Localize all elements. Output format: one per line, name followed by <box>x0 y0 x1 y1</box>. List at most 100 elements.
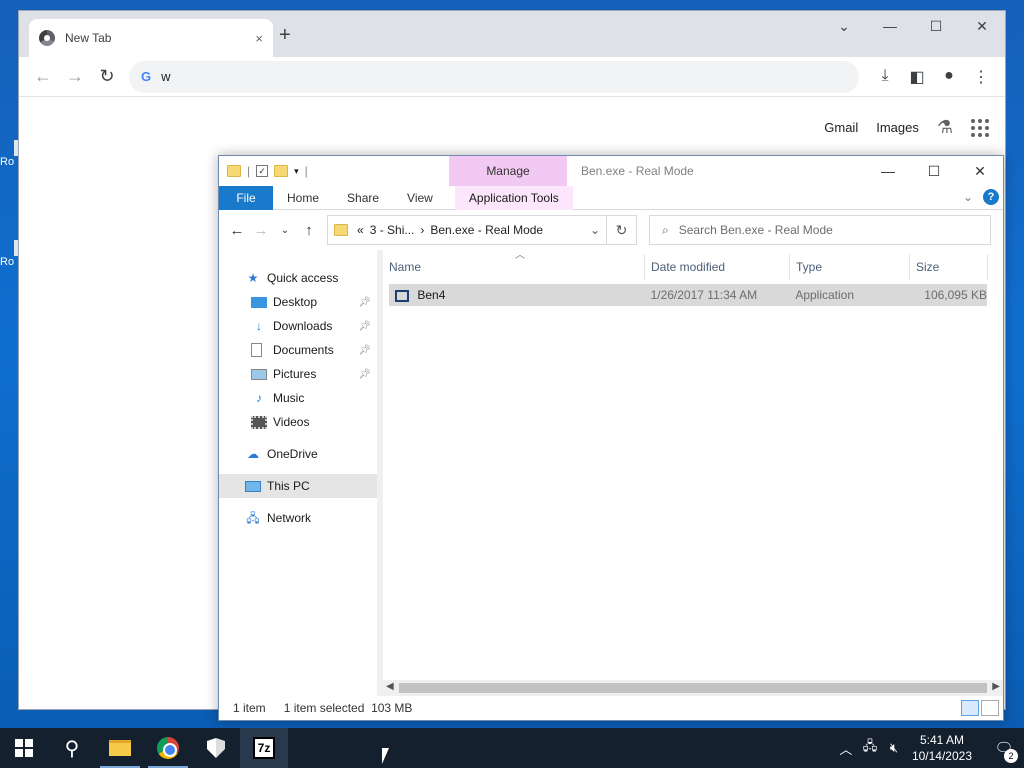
tab-application-tools[interactable]: Application Tools <box>454 185 573 210</box>
scroll-left-icon[interactable]: ◀ <box>386 681 394 692</box>
pictures-icon <box>251 368 267 380</box>
tab-share[interactable]: Share <box>333 191 393 205</box>
column-size[interactable]: Size <box>910 254 988 280</box>
nav-onedrive[interactable]: ☁ OneDrive <box>219 442 377 466</box>
menu-icon[interactable]: ⋮ <box>965 67 997 87</box>
file-date: 1/26/2017 11:34 AM <box>650 288 758 302</box>
ribbon-expand-icon[interactable]: ⌄ <box>963 190 973 204</box>
nav-documents[interactable]: Documents 📌︎ <box>219 338 377 362</box>
nav-this-pc[interactable]: This PC <box>219 474 377 498</box>
pin-icon: 📌︎ <box>358 320 371 332</box>
volume-muted-icon[interactable]: 🔇︎ <box>882 740 906 756</box>
windows-icon <box>15 739 33 757</box>
column-date-modified[interactable]: Date modified <box>645 254 790 280</box>
nav-music[interactable]: ♪ Music <box>219 386 377 410</box>
nav-videos[interactable]: Videos <box>219 410 377 434</box>
recent-locations-icon[interactable]: ⌄ <box>273 225 297 236</box>
search-button[interactable]: ⚲ <box>48 728 96 768</box>
file-type: Application <box>795 288 855 302</box>
images-link[interactable]: Images <box>876 120 919 135</box>
search-box[interactable]: ⌕ Search Ben.exe - Real Mode <box>649 215 991 245</box>
forward-icon[interactable]: → <box>249 222 273 239</box>
reload-icon[interactable]: ↻ <box>91 66 123 87</box>
nav-quick-access[interactable]: ★ Quick access <box>219 266 377 290</box>
nav-desktop[interactable]: Desktop 📌︎ <box>219 290 377 314</box>
large-icons-view-icon[interactable] <box>981 700 999 716</box>
details-view-icon[interactable] <box>961 700 979 716</box>
up-icon[interactable]: ↑ <box>297 222 321 239</box>
breadcrumb-separator[interactable]: › <box>417 223 427 237</box>
taskbar-7zip[interactable]: 7z <box>240 728 288 768</box>
download-icon[interactable]: ⤓ <box>869 67 901 87</box>
tab-new-tab[interactable]: New Tab × <box>29 19 273 57</box>
show-hidden-icons-icon[interactable]: ︿ <box>834 739 858 758</box>
file-list-pane: ︿ Name Date modified Type Size Ben4 1/26… <box>383 250 1003 696</box>
minimize-icon[interactable]: — <box>867 11 913 41</box>
taskbar-file-explorer[interactable] <box>96 728 144 768</box>
apps-grid-icon[interactable] <box>971 118 989 137</box>
tab-home[interactable]: Home <box>273 191 333 205</box>
omnibox-text[interactable]: w <box>161 69 170 84</box>
computer-icon <box>245 480 261 492</box>
labs-icon[interactable]: ⚗ <box>937 117 953 138</box>
column-type[interactable]: Type <box>790 254 910 280</box>
new-tab-button[interactable]: + <box>279 25 291 45</box>
file-explorer-icon <box>109 740 131 756</box>
explorer-minimize-icon[interactable]: — <box>865 156 911 186</box>
chrome-toolbar: ← → ↻ G w ⤓ ◧ ● ⋮ <box>19 57 1005 97</box>
back-icon[interactable]: ← <box>27 66 59 87</box>
horizontal-scrollbar[interactable]: ◀ ▶ <box>383 680 1003 696</box>
breadcrumb-current[interactable]: Ben.exe - Real Mode <box>427 223 546 237</box>
tab-search-icon[interactable]: ⌄ <box>821 11 867 41</box>
network-icon[interactable]: 🖧︎ <box>858 737 882 759</box>
ribbon-tabs: File Home Share View Application Tools ⌄… <box>219 185 1003 210</box>
taskbar-security[interactable] <box>192 728 240 768</box>
address-bar[interactable]: « 3 - Shi... › Ben.exe - Real Mode ⌄ <box>327 215 607 245</box>
side-panel-icon[interactable]: ◧ <box>901 67 933 87</box>
scroll-right-icon[interactable]: ▶ <box>992 681 1000 692</box>
explorer-close-icon[interactable]: ✕ <box>957 156 1003 186</box>
manage-context-tab[interactable]: Manage <box>449 156 567 186</box>
breadcrumb-parent[interactable]: 3 - Shi... <box>367 223 418 237</box>
new-folder-icon[interactable] <box>274 165 289 177</box>
star-icon: ★ <box>247 271 259 285</box>
tab-title: New Tab <box>65 31 112 45</box>
nav-downloads[interactable]: ↓ Downloads 📌︎ <box>219 314 377 338</box>
forward-icon[interactable]: → <box>59 66 91 87</box>
quick-access-toolbar: | ✓ ▾ | <box>219 164 308 178</box>
chrome-favicon-icon <box>39 30 55 46</box>
explorer-maximize-icon[interactable]: ☐ <box>911 156 957 186</box>
back-icon[interactable]: ← <box>225 222 249 239</box>
desktop-icon[interactable]: Ro <box>0 140 20 168</box>
clock[interactable]: 5:41 AM 10/14/2023 <box>912 732 972 764</box>
search-placeholder: Search Ben.exe - Real Mode <box>678 223 833 237</box>
nav-network[interactable]: 🖧︎ Network <box>219 506 377 530</box>
sort-ascending-icon: ︿ <box>515 250 525 261</box>
profile-icon[interactable]: ● <box>933 67 965 87</box>
properties-icon[interactable]: ✓ <box>256 165 269 177</box>
nav-pictures[interactable]: Pictures 📌︎ <box>219 362 377 386</box>
start-button[interactable] <box>0 728 48 768</box>
close-icon[interactable]: ✕ <box>959 11 1005 41</box>
gmail-link[interactable]: Gmail <box>824 120 858 135</box>
file-row[interactable]: Ben4 1/26/2017 11:34 AM Application 106,… <box>389 284 987 306</box>
status-item-count: 1 item <box>233 701 266 715</box>
refresh-icon[interactable]: ↻ <box>607 215 637 245</box>
omnibox[interactable]: G w <box>129 60 859 93</box>
tab-view[interactable]: View <box>393 191 447 205</box>
address-dropdown-icon[interactable]: ⌄ <box>584 223 606 237</box>
maximize-icon[interactable]: ☐ <box>913 11 959 41</box>
breadcrumb-overflow[interactable]: « <box>354 223 367 237</box>
scrollbar-thumb[interactable] <box>399 683 987 693</box>
notification-center-button[interactable]: 🗨︎ 2 <box>984 739 1024 763</box>
download-arrow-icon: ↓ <box>256 319 262 333</box>
column-name[interactable]: Name <box>383 254 645 280</box>
desktop-icon[interactable]: Ro <box>0 240 20 268</box>
help-icon[interactable]: ? <box>983 189 999 205</box>
shield-icon <box>207 738 225 758</box>
cloud-icon: ☁ <box>247 447 259 461</box>
taskbar-chrome[interactable] <box>144 728 192 768</box>
qat-dropdown-icon[interactable]: ▾ <box>294 166 299 177</box>
tab-file[interactable]: File <box>219 185 273 210</box>
tab-close-icon[interactable]: × <box>255 31 263 46</box>
